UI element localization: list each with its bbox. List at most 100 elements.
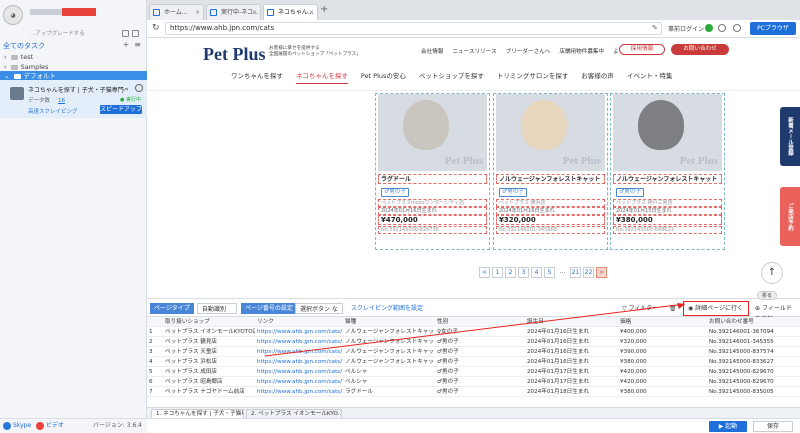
- page-5[interactable]: 5: [544, 267, 555, 278]
- nav-salon[interactable]: トリミングサロンを探す: [497, 70, 569, 84]
- nav-events[interactable]: イベント・特集: [627, 70, 673, 84]
- skype-link[interactable]: Skype: [13, 422, 31, 429]
- delete-icon[interactable]: 🗑: [665, 303, 681, 314]
- folder-test[interactable]: › test: [0, 52, 147, 62]
- site-logo[interactable]: Pet Plus: [203, 44, 266, 65]
- close-icon[interactable]: ×: [252, 5, 257, 20]
- column-header[interactable]: 性別: [437, 317, 517, 327]
- newsletter-button[interactable]: 新着メール登録: [780, 107, 800, 166]
- account-icon[interactable]: [122, 30, 129, 37]
- table-row[interactable]: 3 ペットプラス 天童店 https://www.ahb.jpn.com/cats/…: [147, 347, 800, 357]
- table-cell[interactable]: https://www.ahb.jpn.com/cats/70000...: [257, 347, 343, 357]
- table-cell[interactable]: https://www.ahb.jpn.com/cats/70000...: [257, 357, 343, 367]
- save-button[interactable]: 保存: [753, 421, 793, 432]
- upgrade-link[interactable]: ...アップグレードする: [30, 29, 85, 37]
- start-button[interactable]: ▶ 起動: [709, 421, 747, 432]
- table-cell[interactable]: https://www.ahb.jpn.com/cats/70000...: [257, 377, 343, 387]
- cat-breed[interactable]: ノルウェージャンフォレストキャット: [496, 174, 605, 184]
- scrape-range-link[interactable]: スクレイピング範囲を設定: [347, 303, 427, 314]
- contact-button[interactable]: お問い合わせ: [671, 44, 729, 55]
- edit-icon[interactable]: ✎: [652, 24, 658, 32]
- tab-home[interactable]: ホーム... ×: [149, 4, 204, 20]
- column-header[interactable]: お問い合わせ番号: [709, 317, 799, 327]
- link-news[interactable]: ニュースリリース: [452, 47, 496, 55]
- cat-photo[interactable]: Pet Plus: [378, 94, 487, 171]
- task-sidebar: ◕ ...アップグレードする 全てのタスク + ≡ › test › Sample…: [0, 0, 147, 433]
- table-row[interactable]: 2 ペットプラス 鶴見店 https://www.ahb.jpn.com/cats/…: [147, 337, 800, 347]
- column-header[interactable]: リンク: [257, 317, 347, 327]
- tab-running[interactable]: 実行中-ネコ... ×: [206, 4, 261, 20]
- pc-browser-button[interactable]: PCブラウザ: [750, 22, 796, 35]
- tab-cats[interactable]: ネコちゃん... ×: [263, 4, 318, 20]
- nav-cats[interactable]: ネコちゃんを探す: [296, 70, 348, 84]
- pre-login-button[interactable]: 事前ログイン: [668, 24, 704, 33]
- table-cell[interactable]: https://www.ahb.jpn.com/cats/30000...: [257, 387, 343, 397]
- goto-detail-button[interactable]: ◉ 詳細ページに行く: [683, 301, 749, 316]
- video-link[interactable]: ビデオ: [46, 422, 64, 429]
- link-breeder[interactable]: ブリーダーさんへ: [506, 47, 551, 55]
- cat-photo[interactable]: Pet Plus: [613, 94, 722, 171]
- add-task-icon[interactable]: +: [123, 40, 130, 49]
- link-property[interactable]: 店舗用物件募集中: [559, 47, 604, 55]
- new-tab-icon[interactable]: +: [320, 4, 328, 15]
- page-21[interactable]: 21: [570, 267, 581, 278]
- globe-icon[interactable]: [718, 24, 726, 32]
- column-header[interactable]: 誕生日: [527, 317, 617, 327]
- page-22[interactable]: 22: [583, 267, 594, 278]
- table-row[interactable]: 6 ペットプラス 昭島郷店 https://www.ahb.jpn.com/cats…: [147, 377, 800, 387]
- cat-card[interactable]: Pet Plus ノルウェージャンフォレストキャット ♂男の子 ペットプラス 横…: [493, 93, 608, 250]
- url-input[interactable]: https://www.ahb.jpn.com/cats: [165, 22, 662, 35]
- menu-icon[interactable]: ≡: [134, 40, 141, 49]
- avatar[interactable]: ◕: [3, 5, 23, 25]
- next-button-select[interactable]: 選択ボタン など...: [295, 303, 343, 324]
- cat-breed[interactable]: ノルウェージャンフォレストキャット: [613, 174, 722, 184]
- recruit-button[interactable]: 採用情報: [619, 44, 665, 55]
- page-ellipsis: ...: [557, 267, 568, 278]
- page-4[interactable]: 4: [531, 267, 542, 278]
- page-2[interactable]: 2: [505, 267, 516, 278]
- page-type-select[interactable]: 自動識別: [197, 303, 237, 314]
- reservation-button[interactable]: ご来店予約: [780, 187, 800, 246]
- run-task-button[interactable]: [135, 84, 143, 92]
- table-row[interactable]: 4 ペットプラス 浜松店 https://www.ahb.jpn.com/cats/…: [147, 357, 800, 367]
- table-row[interactable]: 1 ペットプラス イオンモールKYOTO店 https://www.ahb.jpn.…: [147, 327, 800, 337]
- nav-safety[interactable]: Pet Plusの安心: [361, 70, 406, 84]
- page-3[interactable]: 3: [518, 267, 529, 278]
- nav-voice[interactable]: お客様の声: [581, 70, 614, 84]
- reload-icon[interactable]: ↻: [152, 23, 160, 33]
- table-cell: ペットプラス イオンモールKYOTO店: [165, 329, 255, 335]
- prev-page-button[interactable]: <: [479, 267, 490, 278]
- all-tasks-label[interactable]: 全てのタスク: [3, 41, 45, 51]
- speed-up-button[interactable]: スピードアップ: [100, 105, 142, 114]
- scroll-top-button[interactable]: ↑: [761, 262, 783, 284]
- add-field-button[interactable]: ⊕ フィールドを追加: [751, 303, 800, 323]
- column-header[interactable]: 価格: [620, 317, 710, 327]
- cat-card[interactable]: Pet Plus ノルウェージャンフォレストキャット ♂男の子 ペットプラス 神…: [610, 93, 725, 250]
- column-header[interactable]: 取り扱いショップ: [165, 317, 255, 327]
- table-cell[interactable]: https://www.ahb.jpn.com/cats/30002...: [257, 337, 343, 347]
- next-page-button[interactable]: >: [596, 267, 607, 278]
- gear-icon[interactable]: [733, 24, 741, 32]
- table-cell[interactable]: https://www.ahb.jpn.com/cats/30000...: [257, 367, 343, 377]
- cat-photo[interactable]: Pet Plus: [496, 94, 605, 171]
- table-row[interactable]: 5 ペットプラス 成田店 https://www.ahb.jpn.com/cats/…: [147, 367, 800, 377]
- filter-button[interactable]: ▽ フィルター: [618, 303, 662, 314]
- link-company[interactable]: 会社情報: [421, 47, 443, 55]
- task-item[interactable]: ネコちゃんを探す | 子犬・子猫専門ペットシ... データ数16 ● 実行中 高…: [0, 80, 147, 118]
- column-header[interactable]: 猫種: [345, 317, 435, 327]
- nav-dogs[interactable]: ワンちゃんを探す: [231, 70, 283, 84]
- settings-icon[interactable]: [132, 30, 139, 37]
- collapse-button[interactable]: 折る: [757, 291, 777, 300]
- sex-badge: ♂男の子: [381, 188, 409, 197]
- table-row[interactable]: 7 ペットプラス ナゴヤドーム前店 https://www.ahb.jpn.com/…: [147, 387, 800, 397]
- inquiry-number: No.392145000-648623: [613, 226, 722, 234]
- table-cell[interactable]: https://www.ahb.jpn.com/cats/30002...: [257, 327, 343, 337]
- cat-card[interactable]: Pet Plus ラグドール ♂男の子 ペットプラスmozoワンダーシティ店 2…: [375, 93, 490, 250]
- close-icon[interactable]: ×: [195, 5, 200, 20]
- watermark: Pet Plus: [444, 155, 483, 167]
- close-icon[interactable]: ×: [309, 5, 314, 20]
- cat-breed[interactable]: ラグドール: [378, 174, 487, 184]
- nav-shops[interactable]: ペットショップを探す: [419, 70, 484, 84]
- page-1[interactable]: 1: [492, 267, 503, 278]
- data-count-value[interactable]: 16: [58, 98, 65, 104]
